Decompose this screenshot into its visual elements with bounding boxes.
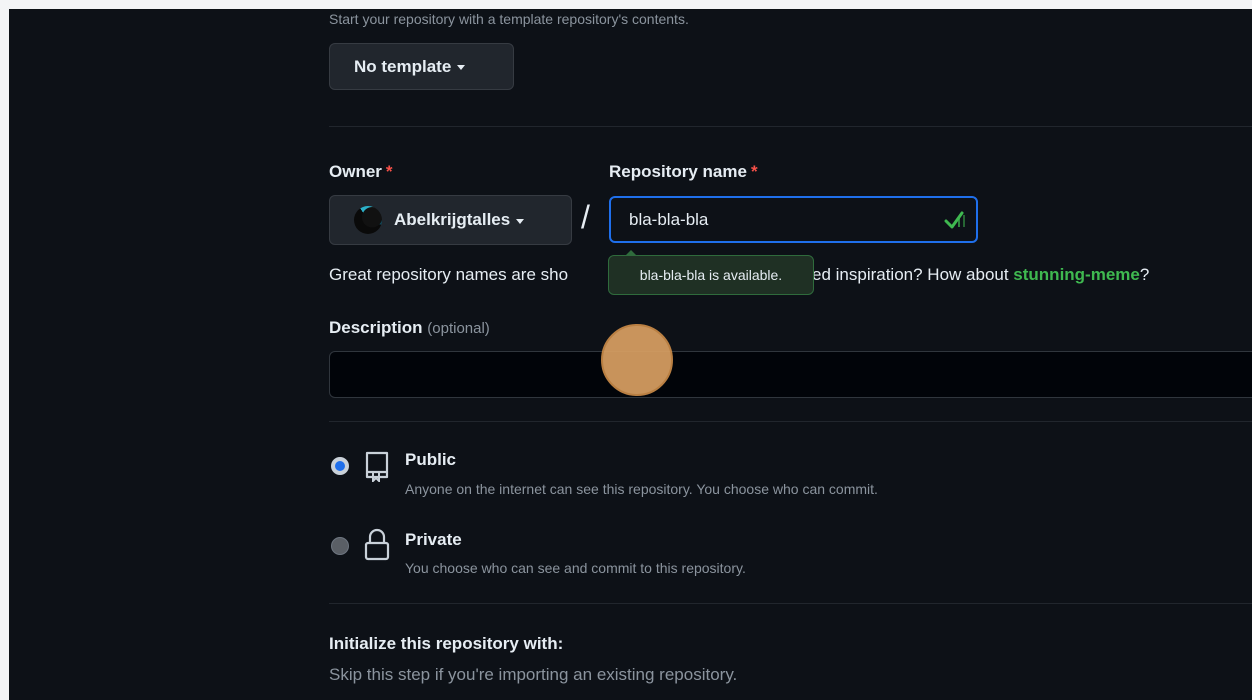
owner-avatar — [354, 206, 382, 234]
required-mark: * — [385, 162, 393, 181]
public-radio[interactable] — [331, 457, 349, 475]
template-hint: Start your repository with a template re… — [329, 11, 689, 27]
divider — [329, 603, 1252, 604]
suggested-name-link[interactable]: stunning-meme — [1013, 265, 1140, 284]
check-icon — [944, 211, 965, 229]
owner-name: Abelkrijgtalles — [394, 210, 511, 229]
public-option-desc: Anyone on the internet can see this repo… — [405, 481, 878, 497]
click-highlight — [601, 324, 673, 396]
public-option-title: Public — [405, 450, 457, 469]
divider — [329, 421, 1252, 422]
tooltip-arrow — [625, 250, 637, 256]
initialize-hint: Skip this step if you're importing an ex… — [329, 665, 738, 684]
private-option-title: Private — [405, 530, 462, 549]
repository-name-input[interactable]: bla-bla-bla — [609, 196, 978, 243]
repo-icon — [365, 451, 389, 482]
tooltip-text: bla-bla-bla is available. — [639, 267, 783, 283]
private-option-desc: You choose who can see and commit to thi… — [405, 560, 746, 576]
caret-down-icon — [516, 218, 525, 224]
description-input[interactable] — [329, 351, 1252, 398]
repository-name-label: Repository name * — [609, 162, 758, 181]
divider — [329, 126, 1252, 127]
create-repository-page: Start your repository with a template re… — [9, 9, 1252, 700]
lock-icon — [364, 528, 390, 561]
availability-tooltip: bla-bla-bla is available. — [608, 250, 814, 295]
suggestion-text-start: Great repository names are sho — [329, 265, 569, 284]
initialize-heading: Initialize this repository with: — [329, 634, 564, 653]
owner-dropdown-button[interactable]: Abelkrijgtalles — [329, 195, 572, 245]
required-mark: * — [750, 162, 758, 181]
owner-label: Owner * — [329, 162, 393, 181]
template-button-label: No template — [354, 56, 452, 76]
path-separator: / — [581, 199, 590, 235]
repository-name-value: bla-bla-bla — [629, 209, 709, 229]
description-label: Description (optional) — [329, 318, 490, 337]
suggestion-text-middle: ed inspiration? How about stunning-meme? — [812, 265, 1150, 284]
caret-down-icon — [457, 65, 466, 70]
private-radio[interactable] — [331, 537, 349, 555]
template-dropdown-button[interactable]: No template — [329, 43, 514, 90]
optional-label: (optional) — [427, 320, 490, 337]
